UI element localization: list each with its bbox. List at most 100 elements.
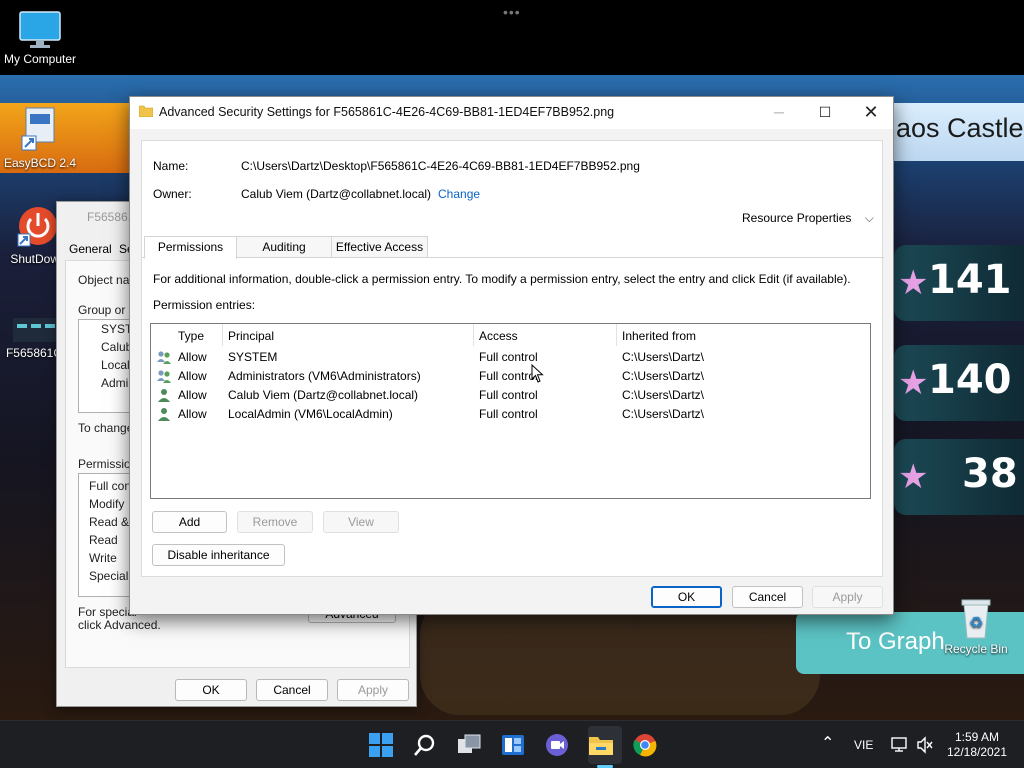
group-item[interactable]: SYST	[101, 322, 132, 336]
group-item[interactable]: Calub	[101, 340, 132, 354]
owner-change-link[interactable]: Change	[438, 187, 480, 201]
entry-inherited: C:\Users\Dartz\	[622, 369, 705, 383]
table-row[interactable]: Allow LocalAdmin (VM6\LocalAdmin) Full c…	[151, 405, 870, 424]
properties-cancel-button[interactable]: Cancel	[256, 679, 328, 701]
entry-type: Allow	[178, 350, 207, 364]
entry-type: Allow	[178, 407, 207, 421]
network-icon[interactable]	[891, 736, 909, 754]
group-icon	[157, 351, 171, 364]
chrome-icon[interactable]	[632, 732, 658, 758]
star-icon: ★	[898, 363, 929, 403]
properties-apply-button[interactable]: Apply	[337, 679, 409, 701]
file-explorer-icon[interactable]	[588, 732, 614, 758]
entry-access: Full control	[479, 369, 538, 383]
desktop-icon-easybcd[interactable]: EasyBCD 2.4	[0, 106, 80, 170]
column-access[interactable]: Access	[479, 329, 518, 343]
svg-text:♻: ♻	[969, 615, 983, 632]
user-icon	[158, 408, 170, 421]
disable-inheritance-button[interactable]: Disable inheritance	[152, 544, 285, 566]
resource-properties-label: Resource Properties	[742, 211, 852, 225]
properties-ok-button[interactable]: OK	[175, 679, 247, 701]
recycle-bin-icon: ♻	[961, 599, 991, 639]
ok-button[interactable]: OK	[651, 586, 722, 608]
volume-muted-icon[interactable]	[916, 736, 934, 754]
task-view-icon[interactable]	[456, 732, 482, 758]
entry-type: Allow	[178, 388, 207, 402]
remove-button[interactable]: Remove	[237, 511, 313, 533]
dialog-title: Advanced Security Settings for F565861C-…	[159, 105, 615, 119]
mouse-cursor-icon	[531, 364, 544, 383]
monitor-icon	[19, 11, 61, 48]
image-thumbnail-icon	[13, 318, 59, 342]
entry-principal: LocalAdmin (VM6\LocalAdmin)	[228, 407, 393, 421]
permission-item: Read	[89, 533, 118, 547]
entry-access: Full control	[479, 350, 538, 364]
close-button[interactable]: ✕	[848, 97, 894, 127]
permission-item: Write	[89, 551, 117, 565]
desktop-icon-label: EasyBCD 2.4	[3, 156, 77, 170]
apply-button[interactable]: Apply	[812, 586, 883, 608]
folder-icon	[139, 105, 153, 117]
maximize-button[interactable]: ☐	[802, 97, 848, 127]
special-text: For special	[78, 605, 137, 619]
tab-permissions[interactable]: Permissions	[144, 236, 237, 259]
entry-type: Allow	[178, 369, 207, 383]
info-text: For additional information, double-click…	[153, 272, 851, 286]
star-icon: ★	[898, 457, 929, 497]
special-text: click Advanced.	[78, 618, 161, 632]
tab-effective-access[interactable]: Effective Access	[331, 236, 428, 258]
desktop-icon-recycle-bin[interactable]: ♻ Recycle Bin	[936, 596, 1016, 656]
column-type[interactable]: Type	[178, 329, 204, 343]
entry-inherited: C:\Users\Dartz\	[622, 350, 705, 364]
easybcd-icon	[21, 107, 55, 151]
name-label: Name:	[153, 159, 189, 173]
wallpaper-score-2: ★ 140	[894, 345, 1024, 421]
star-icon: ★	[898, 263, 929, 303]
owner-label: Owner:	[153, 187, 192, 201]
cancel-button[interactable]: Cancel	[732, 586, 803, 608]
start-button-icon[interactable]	[368, 732, 394, 758]
clock-date: 12/18/2021	[946, 745, 1008, 759]
show-hidden-icons-chevron-icon[interactable]: ⌃	[821, 733, 834, 753]
tab-general[interactable]: General	[69, 242, 112, 256]
wallpaper-score-1: ★ 141	[894, 245, 1024, 321]
table-row[interactable]: Allow Administrators (VM6\Administrators…	[151, 367, 870, 386]
tab-strip: Permissions Auditing Effective Access	[142, 236, 884, 259]
desktop-icon-label: My Computer	[3, 52, 77, 66]
entry-access: Full control	[479, 388, 538, 402]
language-indicator[interactable]: VIE	[854, 738, 873, 752]
resource-properties-toggle[interactable]: Resource Properties ⌵	[742, 211, 874, 226]
widgets-icon[interactable]	[500, 732, 526, 758]
permission-entries-label: Permission entries:	[153, 298, 256, 312]
desktop-top-area: •••	[0, 0, 1024, 75]
user-icon	[158, 389, 170, 402]
wallpaper-score-3: ★ 38	[894, 439, 1024, 515]
entry-principal: Administrators (VM6\Administrators)	[228, 369, 421, 383]
title-bar[interactable]: Advanced Security Settings for F565861C-…	[130, 97, 893, 129]
change-permissions-label: To change	[78, 421, 134, 435]
owner-value: Calub Viem (Dartz@collabnet.local)	[241, 187, 432, 201]
add-button[interactable]: Add	[152, 511, 227, 533]
minimize-button[interactable]: ─	[756, 97, 802, 127]
entry-access: Full control	[479, 407, 538, 421]
table-row[interactable]: Allow SYSTEM Full control C:\Users\Dartz…	[151, 348, 870, 367]
clock[interactable]: 1:59 AM 12/18/2021	[942, 730, 1012, 760]
chat-icon[interactable]	[544, 732, 570, 758]
entry-principal: SYSTEM	[228, 350, 278, 364]
advanced-security-dialog[interactable]: Advanced Security Settings for F565861C-…	[129, 96, 894, 615]
group-icon	[157, 370, 171, 383]
permission-item: Modify	[89, 497, 125, 511]
view-button[interactable]: View	[323, 511, 399, 533]
search-icon[interactable]	[412, 732, 438, 758]
tab-auditing[interactable]: Auditing	[236, 236, 332, 258]
column-inherited-from[interactable]: Inherited from	[622, 329, 696, 343]
entry-inherited: C:\Users\Dartz\	[622, 407, 705, 421]
permission-entries-list[interactable]: Type Principal Access Inherited from All…	[150, 323, 871, 499]
table-row[interactable]: Allow Calub Viem (Dartz@collabnet.local)…	[151, 386, 870, 405]
desktop-icon-my-computer[interactable]: My Computer	[0, 10, 80, 66]
desktop-icon-label: Recycle Bin	[944, 642, 1008, 656]
entry-principal: Calub Viem (Dartz@collabnet.local)	[228, 388, 419, 402]
power-icon	[17, 207, 57, 247]
taskbar: ⌃ VIE 1:59 AM 12/18/2021	[0, 720, 1024, 768]
column-principal[interactable]: Principal	[228, 329, 274, 343]
